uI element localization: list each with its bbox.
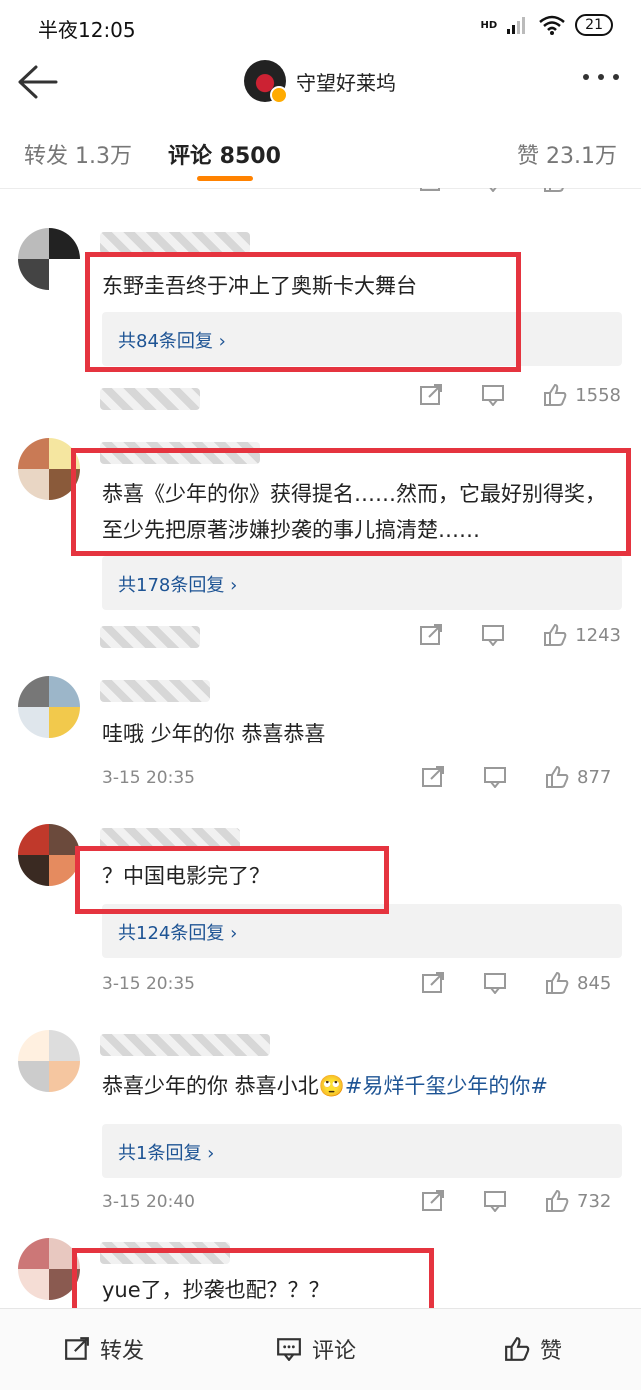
comment-icon[interactable] xyxy=(483,972,507,994)
share-icon[interactable] xyxy=(421,766,445,788)
tab-comments[interactable]: 评论 8500 xyxy=(168,138,281,170)
commenter-avatar[interactable] xyxy=(18,1238,80,1300)
like-count: 1494 xyxy=(575,188,621,192)
comment-actions: 1243 xyxy=(381,624,621,646)
comment-actions: 845 xyxy=(383,972,621,994)
commenter-avatar[interactable] xyxy=(18,1030,80,1092)
share-icon[interactable] xyxy=(419,624,443,646)
commenter-avatar[interactable] xyxy=(18,228,80,290)
like-count: 845 xyxy=(577,972,612,994)
replies-button[interactable]: 共1条回复 › xyxy=(102,1124,622,1178)
comment-time-blurred xyxy=(100,388,200,410)
comment-item: 1494 xyxy=(0,188,641,200)
repost-icon xyxy=(65,1337,89,1360)
signal-icon xyxy=(507,17,526,34)
comment-actions: 877 xyxy=(383,766,621,788)
comment-icon[interactable] xyxy=(481,188,505,192)
hd-indicator: HD xyxy=(480,19,498,31)
like-count: 1243 xyxy=(575,624,621,646)
active-tab-indicator xyxy=(197,176,253,181)
comment-text: 哇哦 少年的你 恭喜恭喜 xyxy=(102,722,326,746)
status-time: 半夜12:05 xyxy=(38,18,136,42)
replies-label[interactable]: 共178条回复 › xyxy=(118,571,237,597)
back-arrow-icon[interactable] xyxy=(16,64,60,100)
comment-item: ？中国电影完了？ 共124条回复 › 3-15 20:35 845 xyxy=(0,824,641,1014)
commenter-avatar[interactable] xyxy=(18,824,80,886)
like-button[interactable]: 赞 xyxy=(504,1333,562,1365)
comment-actions: 1494 xyxy=(381,188,621,192)
comment-time: 3-15 20:35 xyxy=(102,974,195,994)
like-icon[interactable] xyxy=(545,1190,569,1212)
comment-item: yue了，抄袭也配？？？ xyxy=(0,1238,641,1308)
comment-label[interactable]: 评论 xyxy=(312,1333,356,1365)
commenter-name-blurred[interactable] xyxy=(100,1034,270,1056)
highlight-box xyxy=(71,448,631,556)
like-icon[interactable] xyxy=(543,384,567,406)
share-icon[interactable] xyxy=(421,972,445,994)
like-icon[interactable] xyxy=(543,624,567,646)
comment-list: 1494 东野圭吾终于冲上了奥斯卡大舞台 共84条回复 › 1558 恭喜《少年… xyxy=(0,188,641,1308)
like-count: 1558 xyxy=(575,384,621,406)
comment-actions: 732 xyxy=(383,1190,621,1212)
account-avatar[interactable] xyxy=(244,60,288,104)
comment-icon[interactable] xyxy=(483,766,507,788)
thumbs-up-icon xyxy=(505,1337,530,1361)
wifi-icon xyxy=(539,15,565,35)
commenter-avatar[interactable] xyxy=(18,676,80,738)
comment-button[interactable]: 评论 xyxy=(276,1333,356,1365)
repost-label[interactable]: 转发 xyxy=(100,1333,144,1365)
like-count: 732 xyxy=(577,1190,612,1212)
replies-label[interactable]: 共124条回复 › xyxy=(118,919,237,945)
commenter-name-blurred[interactable] xyxy=(100,232,250,254)
replies-button[interactable]: 共178条回复 › xyxy=(102,556,622,610)
like-icon[interactable] xyxy=(545,766,569,788)
more-options-icon[interactable] xyxy=(583,74,619,80)
tab-repost[interactable]: 转发 1.3万 xyxy=(24,138,132,170)
highlight-box xyxy=(85,252,521,372)
comment-icon[interactable] xyxy=(481,624,505,646)
bottom-action-bar: 转发 评论 赞 xyxy=(0,1308,641,1390)
comment-icon[interactable] xyxy=(483,1190,507,1212)
account-header[interactable]: 守望好莱坞 xyxy=(244,60,396,104)
verified-badge-icon xyxy=(270,86,288,104)
like-count: 877 xyxy=(577,766,612,788)
status-bar: 半夜12:05 HD 21 xyxy=(0,0,641,52)
replies-label[interactable]: 共1条回复 › xyxy=(118,1139,214,1165)
tab-likes[interactable]: 赞 23.1万 xyxy=(517,138,617,170)
account-name[interactable]: 守望好莱坞 xyxy=(296,67,396,96)
comment-actions: 1558 xyxy=(381,384,621,406)
share-icon[interactable] xyxy=(419,384,443,406)
like-icon[interactable] xyxy=(545,972,569,994)
highlight-box xyxy=(75,846,389,914)
comment-item: 恭喜《少年的你》获得提名……然而，它最好别得奖，至少先把原著涉嫌抄袭的事儿搞清楚… xyxy=(0,438,641,678)
comment-icon xyxy=(277,1338,301,1361)
comment-text-plain: 恭喜少年的你 恭喜小北🙄 xyxy=(102,1074,345,1098)
comment-time-blurred xyxy=(100,626,200,648)
repost-button[interactable]: 转发 xyxy=(64,1333,144,1365)
comment-time: 3-15 20:40 xyxy=(102,1192,195,1212)
share-icon[interactable] xyxy=(421,1190,445,1212)
status-icons: HD 21 xyxy=(480,14,613,36)
highlight-box xyxy=(72,1248,434,1308)
commenter-name-blurred[interactable] xyxy=(100,680,210,702)
share-icon[interactable] xyxy=(419,188,443,192)
comment-time: 3-15 20:35 xyxy=(102,768,195,788)
detail-tabs: 转发 1.3万 评论 8500 赞 23.1万 xyxy=(0,118,641,189)
comment-item: 东野圭吾终于冲上了奥斯卡大舞台 共84条回复 › 1558 xyxy=(0,228,641,428)
comment-item: 恭喜少年的你 恭喜小北🙄#易烊千玺少年的你# 共1条回复 › 3-15 20:4… xyxy=(0,1030,641,1230)
comment-icon[interactable] xyxy=(481,384,505,406)
comment-text: 恭喜少年的你 恭喜小北🙄#易烊千玺少年的你# xyxy=(102,1068,622,1104)
top-navbar: 守望好莱坞 xyxy=(0,52,641,112)
battery-indicator: 21 xyxy=(575,14,613,36)
like-icon[interactable] xyxy=(543,188,567,192)
hashtag-link[interactable]: #易烊千玺少年的你# xyxy=(345,1074,548,1098)
like-label[interactable]: 赞 xyxy=(540,1333,562,1365)
comment-item: 哇哦 少年的你 恭喜恭喜 3-15 20:35 877 xyxy=(0,676,641,816)
